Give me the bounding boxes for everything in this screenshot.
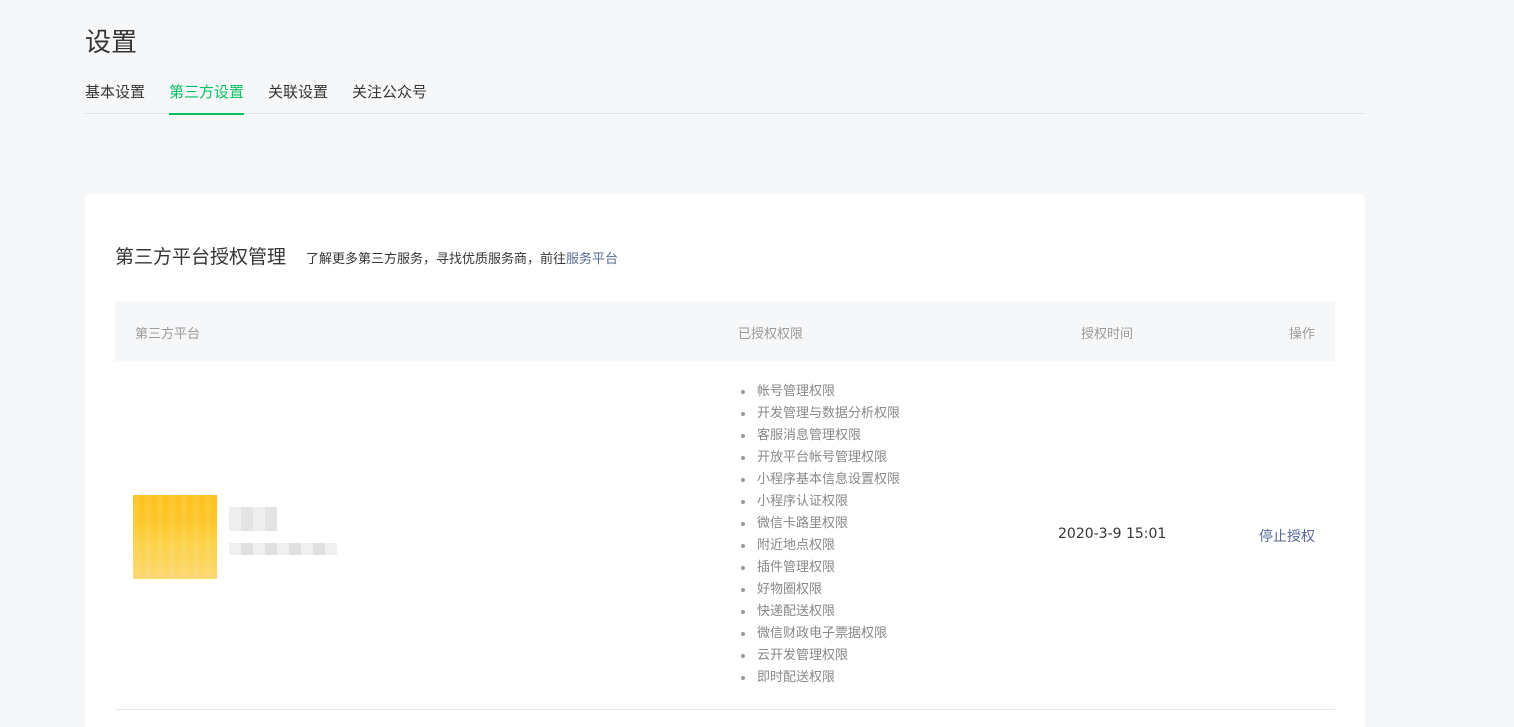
permission-item: 微信卡路里权限 [741, 513, 900, 535]
permission-list: 帐号管理权限 开发管理与数据分析权限 客服消息管理权限 开放平台帐号管理权限 小… [741, 381, 900, 689]
column-header-permissions: 已授权权限 [738, 327, 804, 342]
tab-third-party-settings[interactable]: 第三方设置 [169, 82, 245, 115]
permission-item: 开放平台帐号管理权限 [741, 447, 900, 469]
card-description-text: 了解更多第三方服务，寻找优质服务商，前往 [306, 252, 567, 267]
platform-logo [133, 495, 217, 579]
permission-item: 云开发管理权限 [741, 645, 900, 667]
permission-item: 好物圈权限 [741, 579, 900, 601]
permission-item: 帐号管理权限 [741, 381, 900, 403]
permission-item: 开发管理与数据分析权限 [741, 403, 900, 425]
platform-subtitle-redacted [229, 543, 337, 555]
card-title: 第三方平台授权管理 [115, 246, 287, 268]
permission-item: 微信财政电子票据权限 [741, 623, 900, 645]
tab-linked-settings[interactable]: 关联设置 [268, 82, 328, 114]
permission-item: 客服消息管理权限 [741, 425, 900, 447]
tab-follow-official-account[interactable]: 关注公众号 [352, 82, 427, 114]
table-row: 帐号管理权限 开发管理与数据分析权限 客服消息管理权限 开放平台帐号管理权限 小… [115, 361, 1335, 710]
column-header-time: 授权时间 [1081, 327, 1134, 342]
permission-item: 插件管理权限 [741, 557, 900, 579]
page-title: 设置 [85, 28, 138, 58]
permission-item: 小程序认证权限 [741, 491, 900, 513]
permission-item: 即时配送权限 [741, 667, 900, 689]
permission-item: 附近地点权限 [741, 535, 900, 557]
platform-name-redacted [229, 507, 277, 531]
settings-page: 设置 基本设置 第三方设置 关联设置 关注公众号 第三方平台授权管理 了解更多第… [0, 0, 1514, 727]
authorization-card: 第三方平台授权管理 了解更多第三方服务，寻找优质服务商，前往服务平台 第三方平台… [85, 194, 1365, 727]
settings-tabs: 基本设置 第三方设置 关联设置 关注公众号 [85, 82, 1365, 115]
permission-item: 小程序基本信息设置权限 [741, 469, 900, 491]
stop-authorization-link[interactable]: 停止授权 [1259, 526, 1315, 546]
tab-basic-settings[interactable]: 基本设置 [85, 82, 145, 114]
table-header: 第三方平台 已授权权限 授权时间 操作 [115, 301, 1335, 361]
card-header: 第三方平台授权管理 了解更多第三方服务，寻找优质服务商，前往服务平台 [115, 242, 618, 269]
permission-item: 快递配送权限 [741, 601, 900, 623]
authorization-time: 2020-3-9 15:01 [1058, 526, 1167, 542]
column-header-operation: 操作 [1288, 327, 1315, 342]
card-description: 了解更多第三方服务，寻找优质服务商，前往服务平台 [306, 248, 618, 267]
column-header-platform: 第三方平台 [135, 327, 201, 342]
service-platform-link[interactable]: 服务平台 [566, 252, 618, 267]
